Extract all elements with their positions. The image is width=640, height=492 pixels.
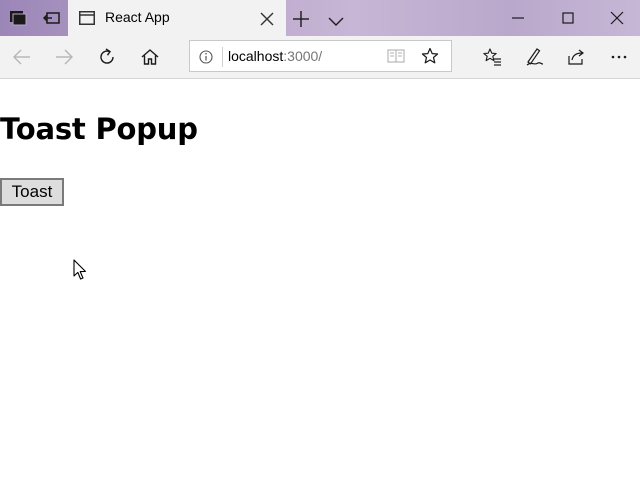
ellipsis-icon[interactable] [609,47,629,67]
tab-title: React App [105,9,170,25]
window-close-icon[interactable] [609,10,625,26]
info-icon[interactable] [199,49,213,64]
refresh-icon[interactable] [97,47,117,67]
page-title: Toast Popup [0,112,198,146]
forward-arrow-icon[interactable] [54,47,74,67]
browser-tab[interactable]: React App [68,0,286,36]
url-text[interactable]: localhost:3000/ [228,48,322,64]
back-arrow-icon[interactable] [12,47,32,67]
tabs-aside-icon[interactable] [8,8,28,28]
maximize-icon[interactable] [560,10,576,26]
address-bar[interactable]: localhost:3000/ [189,40,452,72]
chevron-down-icon[interactable] [328,12,344,26]
toast-button[interactable]: Toast [0,178,64,206]
mouse-cursor-icon [73,259,87,281]
minimize-icon[interactable] [510,10,526,26]
page-icon [79,10,95,29]
pen-icon[interactable] [524,47,544,67]
star-icon[interactable] [421,47,439,65]
book-icon[interactable] [387,48,405,64]
share-icon[interactable] [566,47,586,67]
url-path: :3000/ [283,48,323,64]
navigation-bar: localhost:3000/ [0,36,640,79]
url-host: localhost [228,48,284,64]
restore-tabs-icon[interactable] [42,8,62,28]
plus-icon[interactable] [292,10,310,28]
favorites-list-icon[interactable] [482,47,502,67]
close-icon[interactable] [260,11,274,26]
title-bar: React App [0,0,640,36]
address-divider [222,47,223,67]
home-icon[interactable] [140,47,160,67]
page-content: Toast Popup Toast [0,79,640,492]
